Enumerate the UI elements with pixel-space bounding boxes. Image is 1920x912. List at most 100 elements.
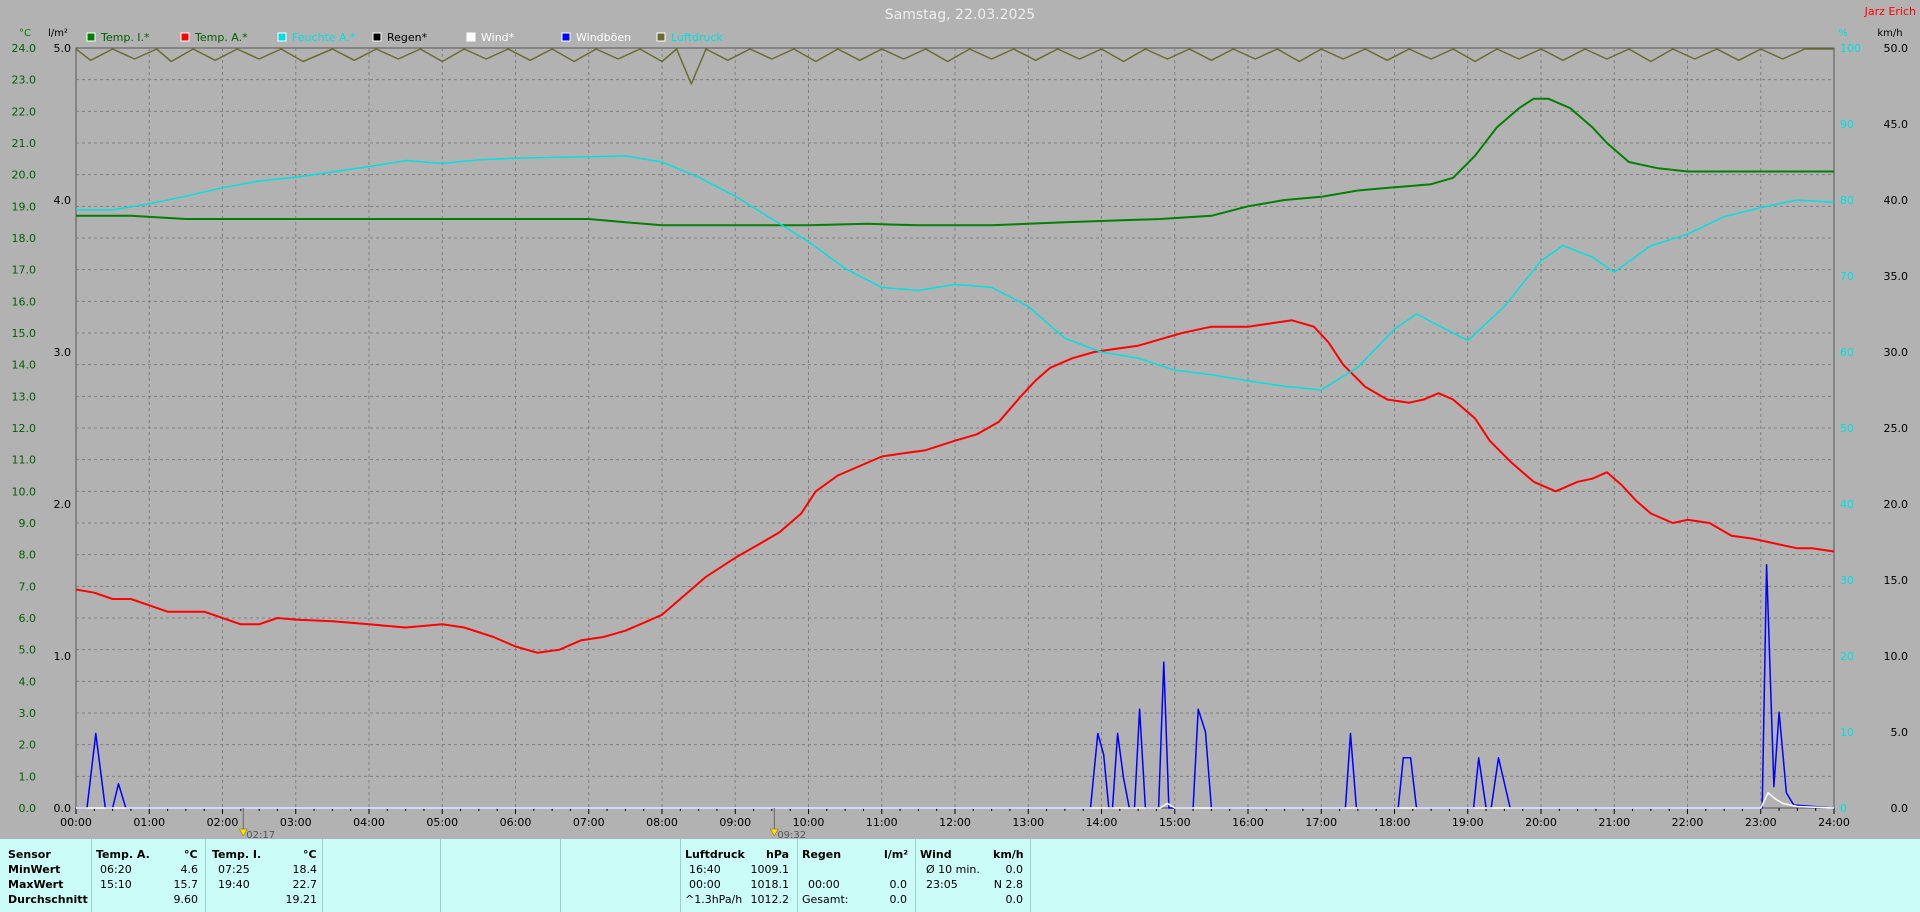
wind-tick-label: 25.0 [1884, 422, 1909, 435]
temp-tick-label: 7.0 [19, 580, 37, 593]
x-tick-label: 18:00 [1379, 816, 1411, 829]
pressure-header: Luftdruck [685, 848, 745, 861]
humidity-tick-label: 10 [1840, 726, 1854, 739]
temp-i-max: 22.7 [292, 878, 318, 891]
x-tick-label: 19:00 [1452, 816, 1484, 829]
humidity-tick-label: 0 [1840, 802, 1847, 815]
x-tick-label: 15:00 [1159, 816, 1191, 829]
rain-tick-label: 3.0 [54, 346, 72, 359]
rain-tick-label: 0.0 [54, 802, 72, 815]
wind-min-label: Ø 10 min. [926, 863, 980, 876]
x-tick-label: 24:00 [1818, 816, 1850, 829]
x-tick-label: 13:00 [1012, 816, 1044, 829]
wind-tick-label: 30.0 [1884, 346, 1909, 359]
legend-label: Wind* [481, 31, 515, 44]
stats-separator [915, 839, 916, 912]
legend-swatch [180, 32, 190, 42]
x-tick-label: 21:00 [1598, 816, 1630, 829]
legend-label: Temp. I.* [100, 31, 150, 44]
x-tick-label: 20:00 [1525, 816, 1557, 829]
temp-tick-label: 16.0 [12, 295, 37, 308]
stats-separator [440, 839, 441, 912]
wind-min: 0.0 [1005, 863, 1024, 876]
x-tick-label: 00:00 [60, 816, 92, 829]
pressure-max: 1018.1 [750, 878, 790, 891]
rain-max: 0.0 [889, 878, 908, 891]
temp-tick-label: 2.0 [19, 739, 37, 752]
temp-tick-label: 3.0 [19, 707, 37, 720]
temp-tick-label: 8.0 [19, 549, 37, 562]
wind-max-time: 23:05 [926, 878, 958, 891]
wind-tick-label: 15.0 [1884, 574, 1909, 587]
unit-rain-label: l/m² [48, 28, 68, 39]
row-label-max: MaxWert [8, 878, 64, 891]
rain-tick-label: 2.0 [54, 498, 72, 511]
humidity-tick-label: 40 [1840, 498, 1854, 511]
temp-tick-label: 0.0 [19, 802, 37, 815]
rain-max-time: 00:00 [808, 878, 840, 891]
x-tick-label: 04:00 [353, 816, 385, 829]
x-tick-label: 01:00 [133, 816, 165, 829]
x-tick-label: 14:00 [1086, 816, 1118, 829]
wind-tick-label: 45.0 [1884, 118, 1909, 131]
temp-tick-label: 18.0 [12, 232, 37, 245]
temp-tick-label: 1.0 [19, 770, 37, 783]
temp-a-min-time: 06:20 [100, 863, 132, 876]
temp-a-min: 4.6 [180, 863, 199, 876]
legend-swatch [372, 32, 382, 42]
legend-swatch [86, 32, 96, 42]
wind-avg: 0.0 [1005, 893, 1024, 906]
temp-i-min-time: 07:25 [218, 863, 250, 876]
event-marker-label: 09:32 [777, 830, 806, 839]
legend-label: Feuchte A.* [292, 31, 356, 44]
pressure-unit: hPa [766, 848, 790, 861]
x-tick-label: 06:00 [500, 816, 532, 829]
humidity-tick-label: 20 [1840, 650, 1854, 663]
stats-separator [91, 839, 92, 912]
rain-unit: l/m² [884, 848, 909, 861]
unit-pct-label: % [1838, 28, 1848, 39]
x-tick-label: 23:00 [1745, 816, 1777, 829]
legend-swatch [561, 32, 571, 42]
temp-a-max: 15.7 [173, 878, 199, 891]
x-tick-label: 07:00 [573, 816, 605, 829]
temp-tick-label: 24.0 [12, 42, 37, 55]
legend-swatch [466, 32, 476, 42]
wind-max: N 2.8 [993, 878, 1023, 891]
humidity-tick-label: 30 [1840, 574, 1854, 587]
stats-separator [560, 839, 561, 912]
temp-a-avg: 9.60 [173, 893, 199, 906]
unit-wind-label: km/h [1877, 28, 1902, 39]
temp-i-avg: 19.21 [285, 893, 318, 906]
temp-tick-label: 10.0 [12, 485, 37, 498]
x-tick-label: 12:00 [939, 816, 971, 829]
weather-chart: Samstag, 22.03.2025 Jarz Erich °C l/m² %… [0, 0, 1920, 839]
legend-label: Regen* [387, 31, 428, 44]
rain-total-label: Gesamt: [802, 893, 849, 906]
temp-tick-label: 20.0 [12, 169, 37, 182]
rain-tick-label: 1.0 [54, 650, 72, 663]
pressure-trend: ^1.3hPa/h [685, 893, 743, 906]
temp-tick-label: 6.0 [19, 612, 37, 625]
pressure-min-time: 16:40 [689, 863, 721, 876]
temp-a-max-time: 15:10 [100, 878, 132, 891]
x-tick-label: 22:00 [1672, 816, 1704, 829]
temp-tick-label: 4.0 [19, 675, 37, 688]
event-marker-label: 02:17 [246, 830, 275, 839]
author-label: Jarz Erich [1864, 5, 1916, 18]
temp-tick-label: 13.0 [12, 390, 37, 403]
temp-i-min: 18.4 [292, 863, 318, 876]
humidity-tick-label: 100 [1840, 42, 1861, 55]
x-tick-label: 16:00 [1232, 816, 1264, 829]
row-label-sensor: Sensor [8, 848, 51, 861]
wind-tick-label: 5.0 [1891, 726, 1909, 739]
rain-tick-label: 4.0 [54, 194, 72, 207]
stats-panel: Sensor MinWert MaxWert Durchschnitt Temp… [0, 839, 1920, 912]
legend-label: Luftdruck [671, 31, 723, 44]
row-label-min: MinWert [8, 863, 61, 876]
humidity-tick-label: 70 [1840, 270, 1854, 283]
x-tick-label: 03:00 [280, 816, 312, 829]
temp-tick-label: 17.0 [12, 264, 37, 277]
stats-separator [205, 839, 206, 912]
temp-i-header: Temp. I. [212, 848, 262, 861]
